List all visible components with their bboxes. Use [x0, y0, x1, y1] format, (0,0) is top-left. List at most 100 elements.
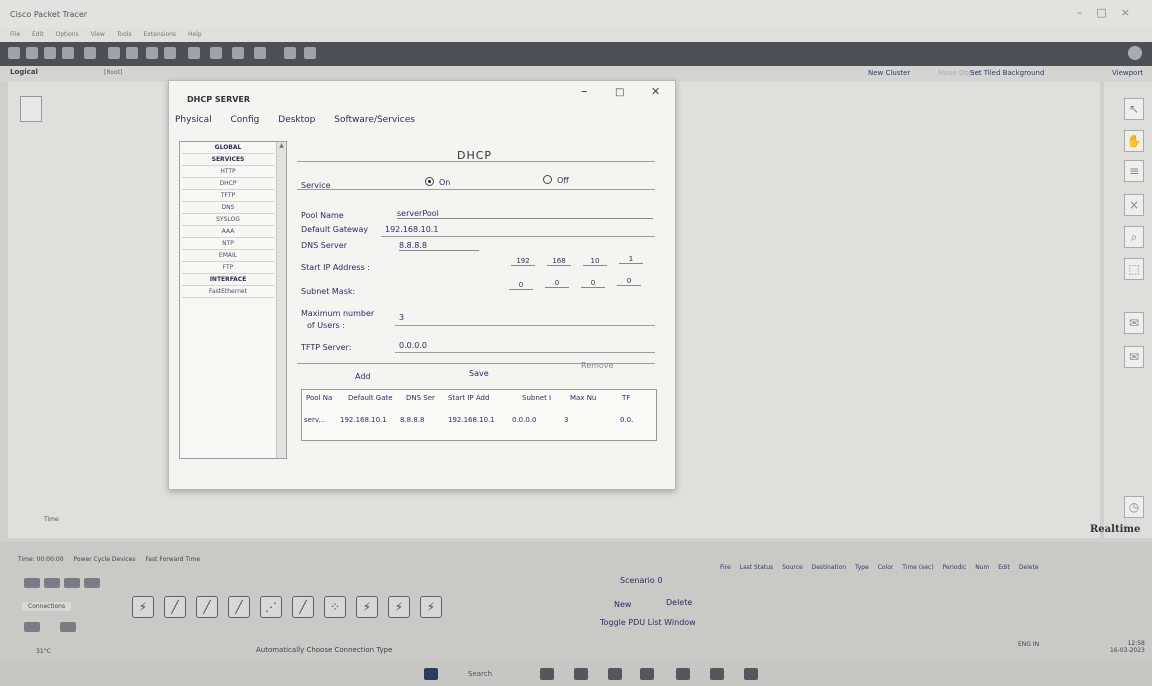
set-tiled-background-button[interactable]: Set Tiled Background: [970, 69, 1044, 77]
window-controls[interactable]: –□×: [1077, 6, 1144, 19]
add-complex-pdu-icon[interactable]: ✉: [1124, 346, 1144, 368]
components-icon[interactable]: [64, 578, 80, 588]
drawing-icon[interactable]: [304, 47, 316, 59]
service-item-aaa[interactable]: AAA: [182, 226, 274, 238]
start-ip-octet-2[interactable]: 168: [547, 257, 571, 266]
add-button[interactable]: Add: [355, 372, 371, 381]
service-item-tftp[interactable]: TFTP: [182, 190, 274, 202]
logical-tab[interactable]: Logical: [10, 68, 38, 76]
phone-cable-icon[interactable]: ╱: [292, 596, 314, 618]
new-cluster-button[interactable]: New Cluster: [868, 69, 910, 77]
activity-wizard-icon[interactable]: [84, 47, 96, 59]
misc-devices-icon[interactable]: [24, 622, 40, 632]
start-ip-octet-4[interactable]: 1: [619, 255, 643, 264]
undo-icon[interactable]: [146, 47, 158, 59]
menu-view[interactable]: View: [91, 31, 105, 38]
minimize-button[interactable]: –: [581, 84, 588, 99]
subnet-octet-2[interactable]: 0: [545, 279, 569, 288]
start-ip-octet-1[interactable]: 192: [511, 257, 535, 266]
straight-through-cable-icon[interactable]: ╱: [196, 596, 218, 618]
menu-extensions[interactable]: Extensions: [143, 31, 176, 38]
serial-dte-cable-icon[interactable]: ⚡: [388, 596, 410, 618]
service-on-radio[interactable]: On: [425, 177, 450, 187]
scenario-select[interactable]: Scenario 0: [620, 576, 662, 585]
service-off-radio[interactable]: Off: [543, 175, 569, 185]
weather-widget[interactable]: 31°C: [36, 648, 51, 655]
start-ip-octet-3[interactable]: 10: [583, 257, 607, 266]
menu-edit[interactable]: Edit: [32, 31, 44, 38]
root-cluster-icon[interactable]: [20, 96, 42, 122]
save-button[interactable]: Save: [469, 369, 489, 378]
service-item-email[interactable]: EMAIL: [182, 250, 274, 262]
menu-options[interactable]: Options: [56, 31, 79, 38]
service-item-dhcp[interactable]: DHCP: [182, 178, 274, 190]
service-item-ntp[interactable]: NTP: [182, 238, 274, 250]
zoom-in-icon[interactable]: [188, 47, 200, 59]
language-indicator[interactable]: ENG IN: [1018, 641, 1039, 648]
chat-icon[interactable]: [574, 668, 588, 680]
root-breadcrumb[interactable]: [Root]: [104, 69, 122, 76]
delete-icon[interactable]: ×: [1124, 194, 1144, 216]
viewport-button[interactable]: Viewport: [1112, 69, 1143, 77]
max-users-input[interactable]: 3: [399, 313, 653, 322]
tab-config[interactable]: Config: [231, 115, 260, 125]
fiber-cable-icon[interactable]: ⋰: [260, 596, 282, 618]
octal-cable-icon[interactable]: ⚡: [420, 596, 442, 618]
maximize-button[interactable]: □: [615, 87, 624, 98]
redo-icon[interactable]: [164, 47, 176, 59]
place-note-icon[interactable]: ≡: [1124, 160, 1144, 182]
remove-button[interactable]: Remove: [581, 361, 613, 370]
start-icon[interactable]: [424, 668, 438, 680]
store-icon[interactable]: [744, 668, 758, 680]
custom-device-icon[interactable]: [254, 47, 266, 59]
zoom-icon[interactable]: ⌕: [1124, 226, 1144, 248]
power-cycle-button[interactable]: Power Cycle Devices: [73, 556, 135, 563]
select-icon[interactable]: ↖: [1124, 98, 1144, 120]
subnet-octet-4[interactable]: 0: [617, 277, 641, 286]
multiuser-icon[interactable]: [60, 622, 76, 632]
auto-cable-icon[interactable]: ⚡: [132, 596, 154, 618]
browser-icon[interactable]: [676, 668, 690, 680]
explorer-icon[interactable]: [608, 668, 622, 680]
print-icon[interactable]: [62, 47, 74, 59]
new-file-icon[interactable]: [8, 47, 20, 59]
coaxial-cable-icon[interactable]: ⁘: [324, 596, 346, 618]
palette-icon[interactable]: [284, 47, 296, 59]
close-button[interactable]: ✕: [651, 85, 660, 98]
zoom-reset-icon[interactable]: [210, 47, 222, 59]
menu-file[interactable]: File: [10, 31, 20, 38]
pool-name-input[interactable]: serverPool: [397, 209, 653, 219]
crossover-cable-icon[interactable]: ╱: [228, 596, 250, 618]
task-view-icon[interactable]: [540, 668, 554, 680]
fast-forward-button[interactable]: Fast Forward Time: [145, 556, 200, 563]
realtime-mode-icon[interactable]: ◷: [1124, 496, 1144, 518]
new-scenario-button[interactable]: New: [614, 600, 631, 609]
tab-software-services[interactable]: Software/Services: [334, 115, 415, 125]
dns-server-input[interactable]: 8.8.8.8: [399, 241, 479, 251]
end-devices-icon[interactable]: [44, 578, 60, 588]
toggle-pdu-list-button[interactable]: Toggle PDU List Window: [600, 618, 696, 627]
save-icon[interactable]: [44, 47, 56, 59]
service-item-fastethernet[interactable]: FastEthernet: [182, 286, 274, 298]
tab-physical[interactable]: Physical: [175, 115, 212, 125]
tftp-server-input[interactable]: 0.0.0.0: [399, 341, 653, 350]
realtime-label[interactable]: Realtime: [1090, 524, 1140, 535]
network-devices-icon[interactable]: [24, 578, 40, 588]
service-list-scrollbar[interactable]: ▲: [276, 142, 286, 458]
open-file-icon[interactable]: [26, 47, 38, 59]
service-item-ftp[interactable]: FTP: [182, 262, 274, 274]
delete-scenario-button[interactable]: Delete: [666, 598, 692, 607]
resize-shape-icon[interactable]: ⬚: [1124, 258, 1144, 280]
zoom-out-icon[interactable]: [232, 47, 244, 59]
paste-icon[interactable]: [126, 47, 138, 59]
system-clock[interactable]: 12:58 16-03-2023: [1110, 640, 1145, 654]
service-item-dns[interactable]: DNS: [182, 202, 274, 214]
serial-dce-cable-icon[interactable]: ⚡: [356, 596, 378, 618]
connections-icon[interactable]: [84, 578, 100, 588]
menu-tools[interactable]: Tools: [117, 31, 132, 38]
app-icon[interactable]: [640, 668, 654, 680]
inspect-icon[interactable]: ✋: [1124, 130, 1144, 152]
service-item-syslog[interactable]: SYSLOG: [182, 214, 274, 226]
subnet-octet-1[interactable]: 0: [509, 281, 533, 290]
menu-help[interactable]: Help: [188, 31, 202, 38]
